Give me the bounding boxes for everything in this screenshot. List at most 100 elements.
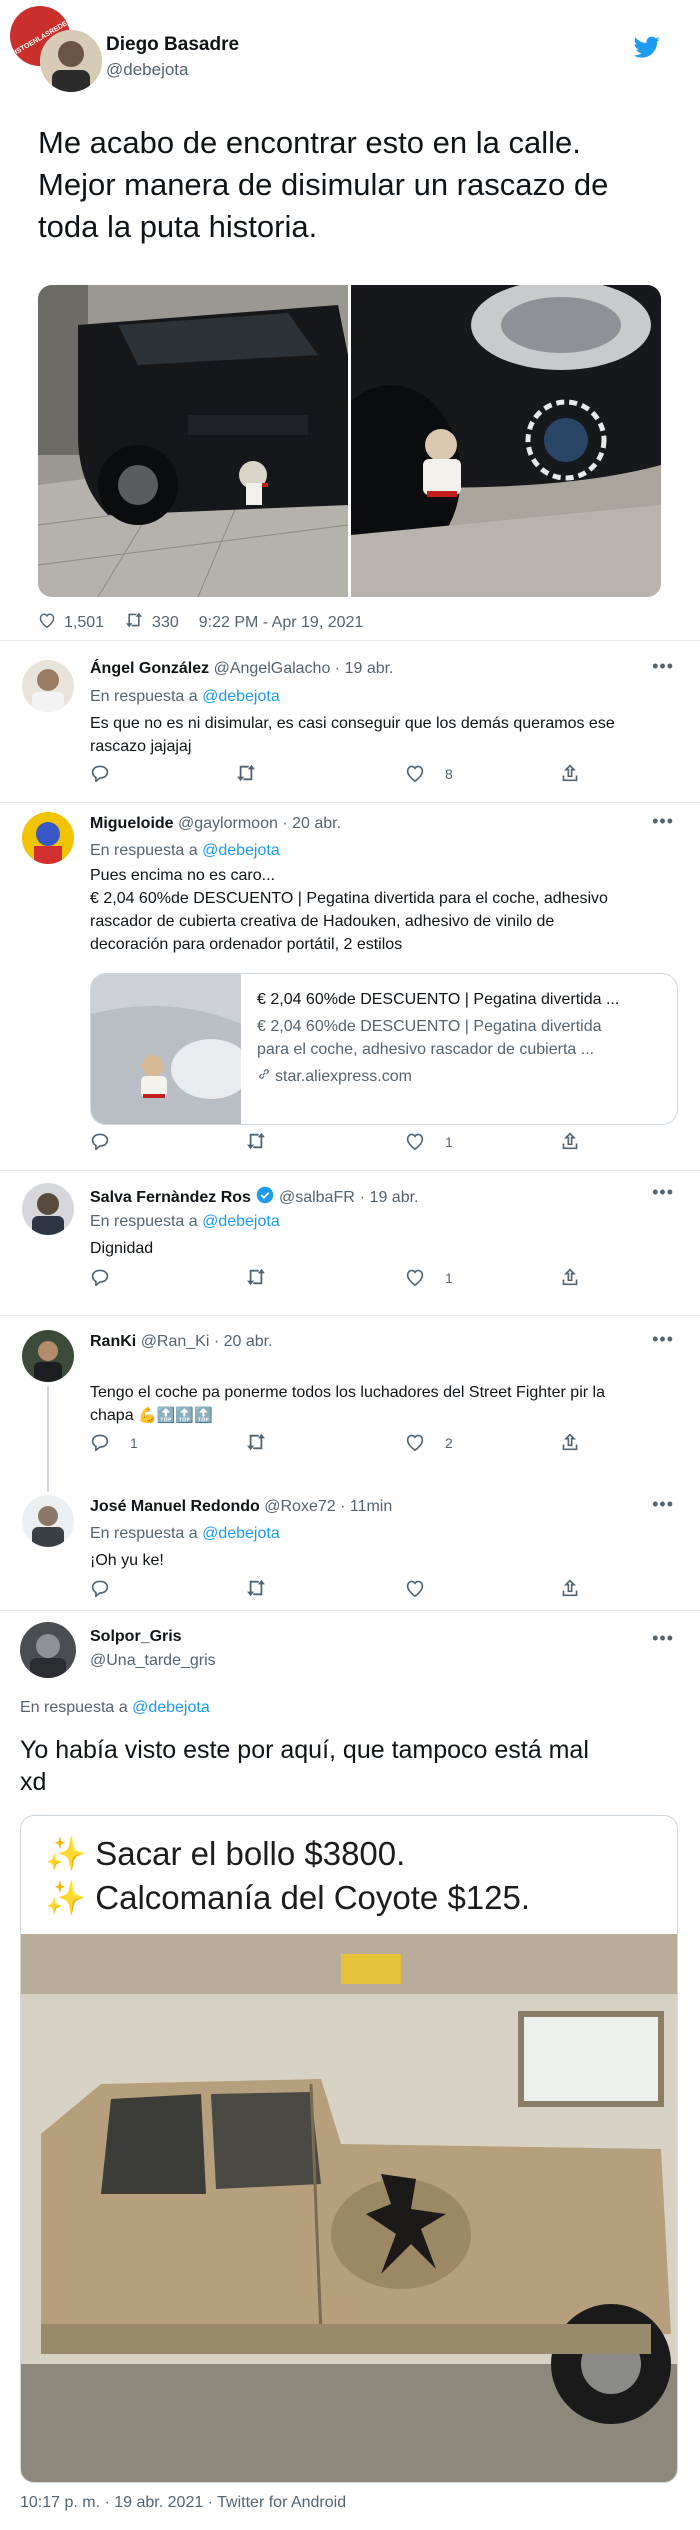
reply-author-handle[interactable]: @salbaFR (279, 1189, 355, 1207)
tweet-photo-left[interactable] (38, 285, 348, 597)
more-options-button[interactable]: ••• (652, 1494, 674, 1515)
reply-text-line: Pues encima no es caro... (90, 867, 275, 884)
author-handle[interactable]: @debejota (106, 60, 189, 80)
comment-icon (90, 1269, 110, 1289)
emoji-group: 💪🔝🔝🔝 (138, 1407, 213, 1424)
share-button[interactable] (560, 1432, 580, 1454)
photo-caption-line: ✨ Sacar el bollo $3800. (45, 1835, 406, 1872)
reply-text-line: ¡Oh yu ke! (90, 1552, 164, 1569)
author-name[interactable]: Diego Basadre (106, 34, 239, 56)
retweet-icon (245, 1268, 267, 1289)
reply-text: ¡Oh yu ke! (90, 1549, 164, 1572)
more-options-button[interactable]: ••• (652, 811, 674, 832)
reply-date[interactable]: · 19 abr. (335, 660, 394, 677)
like-count: 1 (445, 1134, 453, 1150)
reply-to-mention[interactable]: @debejota (202, 1213, 280, 1230)
reply-date[interactable]: · 20 abr. (214, 1333, 273, 1350)
reply-button[interactable] (90, 1579, 110, 1600)
avatar[interactable] (22, 1495, 74, 1547)
link-card-description: € 2,04 60%de DESCUENTO | Pegatina divert… (257, 1015, 667, 1061)
reply-author-name[interactable]: RanKi (90, 1333, 136, 1350)
reply-to-mention[interactable]: @debejota (202, 688, 280, 705)
tweet-text-line: toda la puta historia. (38, 209, 318, 244)
reply-to-mention[interactable]: @debejota (132, 1699, 210, 1716)
retweet-button[interactable] (245, 1268, 267, 1289)
retweet-button[interactable] (245, 1132, 267, 1153)
more-options-button[interactable]: ••• (652, 1182, 674, 1203)
reply-header: José Manuel Redondo @Roxe72 · 11min (90, 1498, 392, 1516)
avatar[interactable] (20, 1622, 76, 1678)
photo-caption-line: ✨ Calcomanía del Coyote $125. (45, 1879, 531, 1916)
avatar[interactable] (22, 1183, 74, 1235)
photo-caption: ✨ Sacar el bollo $3800. ✨ Calcomanía del… (45, 1832, 530, 1920)
reply-to-prefix: En respuesta a (90, 1213, 198, 1230)
more-options-button[interactable]: ••• (652, 1329, 674, 1350)
share-icon (560, 763, 580, 785)
like-button[interactable]: 1,501 (38, 612, 104, 633)
retweet-button[interactable]: 330 (124, 612, 179, 633)
reply-count: 1 (130, 1435, 138, 1451)
reply-text: Es que no es ni disimular, es casi conse… (90, 712, 680, 758)
retweet-button[interactable] (245, 1433, 267, 1454)
reply-author-name[interactable]: Salva Fernàndez Ros (90, 1189, 251, 1207)
reply-author-handle[interactable]: @gaylormoon (178, 815, 278, 832)
like-button[interactable]: 1 (405, 1132, 453, 1153)
like-button[interactable]: 8 (405, 764, 453, 785)
divider (0, 640, 700, 641)
author-name[interactable]: Solpor_Gris (90, 1628, 182, 1646)
reply-date[interactable]: · 20 abr. (282, 815, 341, 832)
retweet-button[interactable] (235, 764, 257, 785)
avatar[interactable] (22, 812, 74, 864)
retweet-icon (245, 1579, 267, 1600)
link-card[interactable]: € 2,04 60%de DESCUENTO | Pegatina divert… (90, 973, 678, 1125)
reply-header: Ángel González @AngelGalacho · 19 abr. (90, 660, 394, 678)
retweet-button[interactable] (245, 1579, 267, 1600)
comment-icon (90, 1580, 110, 1600)
reply-author-handle[interactable]: @AngelGalacho (214, 660, 331, 677)
reply-author-handle[interactable]: @Ran_Ki (141, 1333, 210, 1350)
divider (0, 1610, 700, 1611)
reply-text: Pues encima no es caro... € 2,04 60%de D… (90, 864, 685, 956)
reply-author-handle[interactable]: @Roxe72 (264, 1498, 335, 1515)
reply-author-name[interactable]: Ángel González (90, 660, 209, 677)
heart-icon (405, 1268, 425, 1289)
share-icon (560, 1267, 580, 1289)
avatar[interactable] (22, 1330, 74, 1382)
reply-to-mention[interactable]: @debejota (202, 842, 280, 859)
reply-text-line: € 2,04 60%de DESCUENTO | Pegatina divert… (90, 890, 608, 907)
reply-author-name[interactable]: José Manuel Redondo (90, 1498, 260, 1515)
like-button[interactable]: 2 (405, 1433, 453, 1454)
tweet-photo[interactable]: ✨ Sacar el bollo $3800. ✨ Calcomanía del… (20, 1815, 678, 2483)
tweet-text: Me acabo de encontrar esto en la calle. … (38, 122, 608, 248)
avatar[interactable] (40, 30, 102, 92)
reply-button[interactable] (90, 1268, 110, 1289)
share-button[interactable] (560, 1131, 580, 1153)
more-options-button[interactable]: ••• (652, 1628, 674, 1649)
heart-icon (405, 1433, 425, 1454)
more-options-button[interactable]: ••• (652, 656, 674, 677)
reply-button[interactable]: 1 (90, 1433, 138, 1454)
share-button[interactable] (560, 1267, 580, 1289)
reply-text: Tengo el coche pa ponerme todos los luch… (90, 1381, 680, 1427)
share-button[interactable] (560, 763, 580, 785)
reply-button[interactable] (90, 1132, 110, 1153)
reply-author-name[interactable]: Migueloide (90, 815, 174, 832)
reply-to-mention[interactable]: @debejota (202, 1525, 280, 1542)
tweet-footer[interactable]: 10:17 p. m. · 19 abr. 2021 · Twitter for… (20, 2494, 346, 2512)
reply-text: Dignidad (90, 1237, 153, 1260)
reply-date[interactable]: · 11min (340, 1498, 392, 1515)
like-count: 1,501 (64, 613, 105, 631)
author-handle[interactable]: @Una_tarde_gris (90, 1652, 216, 1670)
reply-button[interactable] (90, 764, 110, 785)
tweet-photo-right[interactable] (351, 285, 661, 597)
reply-date[interactable]: · 19 abr. (360, 1189, 419, 1207)
timestamp[interactable]: 9:22 PM - Apr 19, 2021 (199, 614, 364, 632)
reply-text-line: Dignidad (90, 1240, 154, 1257)
twitter-bird-icon[interactable] (633, 36, 661, 65)
like-button[interactable] (405, 1579, 425, 1600)
link-card-domain-row: star.aliexpress.com (257, 1067, 667, 1086)
like-button[interactable]: 1 (405, 1268, 453, 1289)
heart-icon (405, 1580, 425, 1600)
avatar[interactable] (22, 660, 74, 712)
share-button[interactable] (560, 1578, 580, 1600)
